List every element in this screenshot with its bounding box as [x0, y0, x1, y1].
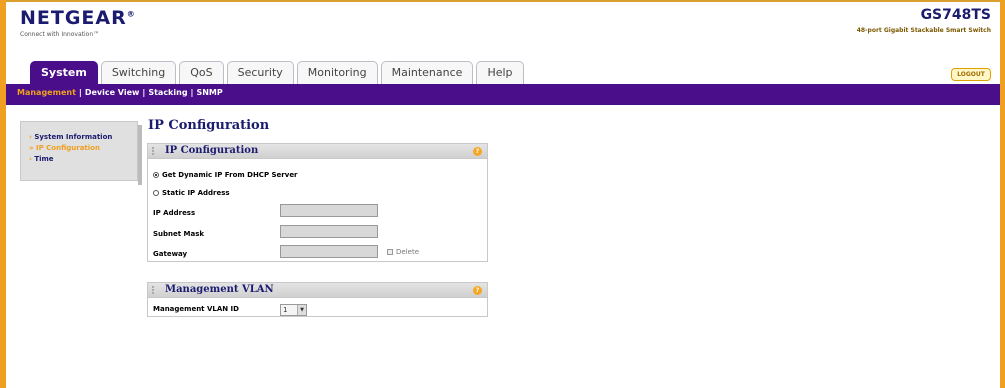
help-icon[interactable]: ? [473, 286, 482, 295]
delete-checkbox[interactable] [387, 249, 393, 255]
panel-title: Management VLAN [165, 284, 274, 295]
subnav-separator: | [142, 88, 146, 97]
dhcp-radio[interactable] [153, 172, 159, 178]
subnav: Management | Device View | Stacking | SN… [17, 87, 223, 99]
sidenav: › System Information » IP Configuration … [20, 121, 138, 181]
ip-address-field[interactable] [280, 204, 378, 217]
panel-header: Management VLAN ? [148, 283, 487, 298]
device-model: GS748TS [920, 7, 991, 23]
double-chevron-icon: » [29, 144, 34, 152]
top-border [6, 0, 1000, 2]
subnav-item-management[interactable]: Management [17, 87, 76, 99]
tab-qos[interactable]: QoS [179, 61, 224, 84]
logout-button[interactable]: LOGOUT [951, 68, 991, 81]
subnav-item-device-view[interactable]: Device View [85, 87, 140, 99]
management-vlan-panel: Management VLAN ? Management VLAN ID 1 ▼ [147, 282, 488, 317]
left-border [0, 0, 6, 388]
help-icon[interactable]: ? [473, 147, 482, 156]
tab-maintenance[interactable]: Maintenance [380, 61, 474, 84]
subnav-separator: | [78, 88, 82, 97]
subnet-mask-field[interactable] [280, 225, 378, 238]
subnet-mask-label: Subnet Mask [153, 230, 205, 238]
netgear-logo: NETGEAR® [20, 7, 136, 29]
app-window: NETGEAR® Connect with Innovation™ GS748T… [0, 0, 1005, 388]
gateway-field[interactable] [280, 245, 378, 258]
ip-address-label: IP Address [153, 209, 196, 217]
vlan-id-select[interactable]: 1 ▼ [280, 304, 307, 316]
sidenav-item-ip-configuration[interactable]: » IP Configuration [29, 143, 137, 154]
gateway-label: Gateway [153, 250, 188, 258]
static-radio[interactable] [153, 190, 159, 196]
ip-configuration-panel: IP Configuration ? Get Dynamic IP From D… [147, 143, 488, 262]
tab-monitoring[interactable]: Monitoring [296, 61, 378, 84]
vlan-id-label: Management VLAN ID [153, 305, 239, 313]
subnav-separator: | [190, 88, 194, 97]
subnav-item-stacking[interactable]: Stacking [148, 87, 187, 99]
right-border [1000, 0, 1005, 388]
main-tabs: System Switching QoS Security Monitoring… [30, 61, 524, 85]
device-description: 48-port Gigabit Stackable Smart Switch [856, 27, 991, 34]
panel-header: IP Configuration ? [148, 144, 487, 159]
chevron-down-icon: ▼ [297, 305, 306, 315]
delete-label: Delete [396, 248, 419, 256]
tab-security[interactable]: Security [226, 61, 294, 84]
static-option[interactable]: Static IP Address [153, 189, 230, 197]
chevron-right-icon: › [29, 133, 32, 141]
panel-title: IP Configuration [165, 145, 259, 156]
page-title: IP Configuration [148, 118, 270, 133]
grip-icon [152, 147, 160, 155]
sidenav-item-system-information[interactable]: › System Information [29, 132, 137, 143]
brand-tagline: Connect with Innovation™ [20, 31, 100, 38]
tab-switching[interactable]: Switching [100, 61, 177, 84]
tab-system[interactable]: System [30, 61, 98, 85]
grip-icon [152, 286, 160, 294]
sidenav-shadow [138, 125, 142, 185]
sidenav-item-time[interactable]: › Time [29, 154, 137, 165]
chevron-right-icon: › [29, 155, 32, 163]
tab-help[interactable]: Help [476, 61, 524, 84]
subnav-item-snmp[interactable]: SNMP [196, 87, 222, 99]
dhcp-option[interactable]: Get Dynamic IP From DHCP Server [153, 171, 298, 179]
